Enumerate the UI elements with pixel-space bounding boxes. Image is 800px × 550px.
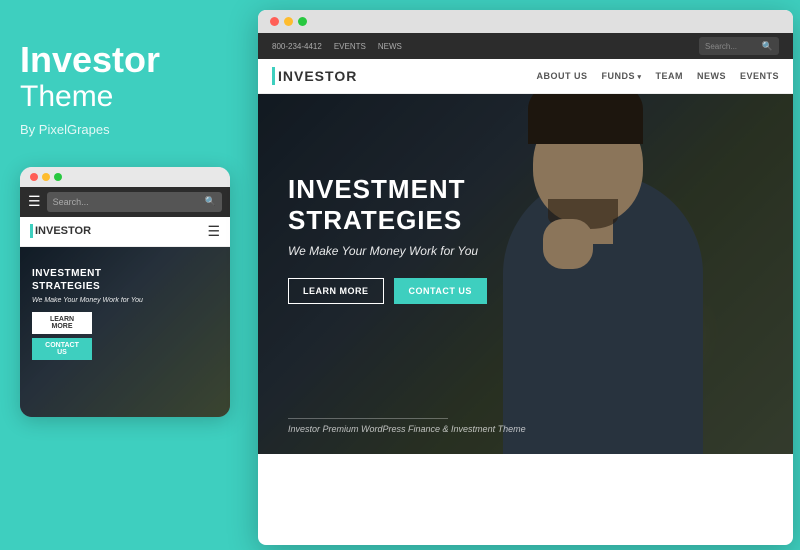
mobile-learn-more-button[interactable]: LEARN MORE <box>32 312 92 334</box>
mobile-search-icon: 🔍 <box>205 196 216 207</box>
desktop-hero-title-line2: STRATEGIES <box>288 205 462 235</box>
left-panel: Investor Theme By PixelGrapes ☰ Search..… <box>0 0 248 550</box>
mobile-logo-text: INVESTOR <box>35 225 91 237</box>
desktop-dot-green <box>298 17 307 26</box>
mobile-search-bar[interactable]: Search... 🔍 <box>47 192 222 212</box>
desktop-hero-subtitle: We Make Your Money Work for You <box>288 244 487 258</box>
desktop-hero-buttons: LEARN MORE CONTACT US <box>288 278 487 304</box>
desktop-nav-links: ABOUT US FUNDS TEAM NEWS EVENTS <box>537 71 779 81</box>
desktop-search-icon: 🔍 <box>762 41 773 52</box>
desktop-hero-tagline: Investor Premium WordPress Finance & Inv… <box>288 424 526 434</box>
desktop-topbar-news[interactable]: NEWS <box>378 42 402 51</box>
desktop-topbar-events[interactable]: EVENTS <box>334 42 366 51</box>
mobile-dot-green <box>54 173 62 181</box>
mobile-hero-buttons: LEARN MORE CONTACT US <box>32 312 143 360</box>
mobile-logo-bar <box>30 224 33 238</box>
mobile-hero-content: INVESTMENT STRATEGIES We Make Your Money… <box>32 267 143 360</box>
mobile-hero: INVESTMENT STRATEGIES We Make Your Money… <box>20 247 230 417</box>
desktop-dot-yellow <box>284 17 293 26</box>
desktop-logo: INVESTOR <box>272 67 357 85</box>
mobile-logo: INVESTOR <box>30 224 91 238</box>
desktop-hero-content: INVESTMENT STRATEGIES We Make Your Money… <box>288 174 487 304</box>
desktop-hero: INVESTMENT STRATEGIES We Make Your Money… <box>258 94 793 454</box>
desktop-nav-events[interactable]: EVENTS <box>740 71 779 81</box>
mobile-menu-icon[interactable]: ☰ <box>207 223 220 240</box>
desktop-hero-title: INVESTMENT STRATEGIES <box>288 174 487 236</box>
desktop-hero-divider-line <box>288 418 448 419</box>
desktop-topbar-right: Search... 🔍 <box>699 37 779 55</box>
mobile-nav: INVESTOR ☰ <box>20 217 230 247</box>
mobile-hamburger-icon[interactable]: ☰ <box>28 193 41 210</box>
desktop-search-placeholder: Search... <box>705 42 762 51</box>
desktop-preview: 800-234-4412 EVENTS NEWS Search... 🔍 INV… <box>258 10 793 545</box>
desktop-topbar-left: 800-234-4412 EVENTS NEWS <box>272 42 402 51</box>
desktop-nav-team[interactable]: TEAM <box>655 71 683 81</box>
mobile-contact-us-button[interactable]: CONTACT US <box>32 338 92 360</box>
desktop-contact-us-button[interactable]: CONTACT US <box>394 278 487 304</box>
desktop-nav-about[interactable]: ABOUT US <box>537 71 588 81</box>
mobile-preview: ☰ Search... 🔍 INVESTOR ☰ INVESTMENT STRA… <box>20 167 230 417</box>
theme-author: By PixelGrapes <box>20 122 228 137</box>
mobile-hero-title-line2: STRATEGIES <box>32 281 100 292</box>
desktop-learn-more-button[interactable]: LEARN MORE <box>288 278 384 304</box>
desktop-hero-title-line1: INVESTMENT <box>288 174 466 204</box>
desktop-nav-news[interactable]: NEWS <box>697 71 726 81</box>
desktop-phone-number: 800-234-4412 <box>272 42 322 51</box>
desktop-nav: INVESTOR ABOUT US FUNDS TEAM NEWS EVENTS <box>258 59 793 94</box>
desktop-topbar: 800-234-4412 EVENTS NEWS Search... 🔍 <box>258 33 793 59</box>
desktop-logo-text: INVESTOR <box>278 68 357 84</box>
mobile-hero-title: INVESTMENT STRATEGIES <box>32 267 143 293</box>
mobile-topbar: ☰ Search... 🔍 <box>20 187 230 217</box>
mobile-browser-bar <box>20 167 230 187</box>
mobile-hero-title-line1: INVESTMENT <box>32 268 101 279</box>
desktop-browser-bar <box>258 10 793 33</box>
mobile-search-text: Search... <box>53 197 205 207</box>
desktop-nav-funds[interactable]: FUNDS <box>602 71 642 81</box>
mobile-dot-yellow <box>42 173 50 181</box>
desktop-logo-bar <box>272 67 275 85</box>
desktop-search-bar[interactable]: Search... 🔍 <box>699 37 779 55</box>
desktop-dot-red <box>270 17 279 26</box>
theme-title-bold: Investor <box>20 40 228 80</box>
mobile-hero-subtitle: We Make Your Money Work for You <box>32 297 143 304</box>
theme-title-light: Theme <box>20 80 228 114</box>
mobile-dot-red <box>30 173 38 181</box>
